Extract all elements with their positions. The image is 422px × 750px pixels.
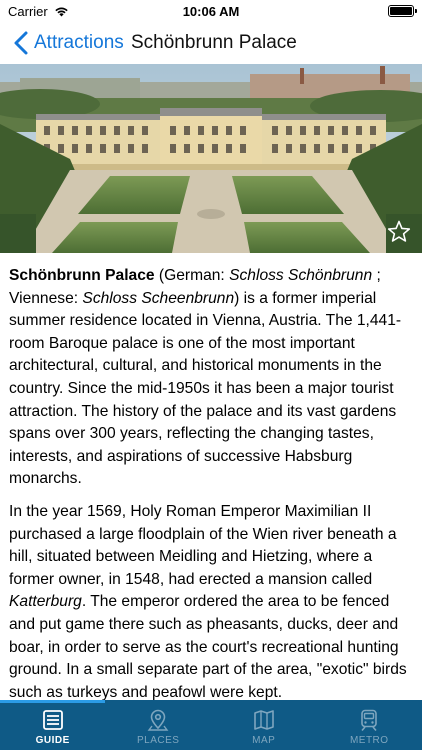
tab-guide-label: GUIDE	[35, 735, 70, 746]
back-button[interactable]: Attractions	[12, 30, 124, 56]
chevron-left-icon	[14, 31, 28, 55]
status-time: 10:06 AM	[182, 4, 240, 19]
page-title: Schönbrunn Palace	[131, 32, 297, 53]
folded-map-icon	[253, 710, 274, 730]
back-button-label: Attractions	[34, 32, 124, 53]
mansion-name: Katterburg	[9, 593, 82, 611]
favorite-star-button[interactable]	[386, 219, 412, 245]
palace-photo	[0, 64, 422, 253]
article-paragraph-2: In the year 1569, Holy Roman Emperor Max…	[9, 501, 414, 704]
battery-icon	[388, 5, 417, 17]
tab-places-label: PLACES	[137, 735, 180, 746]
text-run: In the year 1569, Holy Roman Emperor Max…	[9, 502, 397, 588]
tab-metro[interactable]: METRO	[317, 700, 422, 750]
hero-image	[0, 64, 422, 253]
tab-metro-label: METRO	[349, 735, 389, 746]
tab-guide[interactable]: GUIDE	[0, 700, 106, 750]
tab-map[interactable]: MAP	[211, 700, 317, 750]
status-bar: Carrier 10:06 AM	[0, 0, 422, 24]
article-body: Schönbrunn Palace (German: Schloss Schön…	[9, 265, 414, 714]
tab-bar: GUIDE PLACES MAP METRO	[0, 700, 422, 750]
tab-map-label: MAP	[252, 735, 276, 746]
attraction-name: Schönbrunn Palace	[9, 267, 155, 284]
text-run: (German:	[154, 267, 230, 284]
article-paragraph-1: Schönbrunn Palace (German: Schloss Schön…	[9, 265, 414, 491]
german-name: Schloss Schönbrunn	[229, 267, 373, 284]
tab-places[interactable]: PLACES	[106, 700, 212, 750]
navigation-bar: Attractions Schönbrunn Palace	[0, 24, 422, 64]
metro-train-icon	[361, 709, 378, 732]
text-run: ) is a former imperial summer residence …	[9, 289, 402, 488]
tab-selection-indicator	[0, 700, 105, 703]
guide-book-icon	[42, 710, 63, 730]
map-pin-icon	[147, 709, 169, 731]
viennese-name: Schloss Scheenbrunn	[82, 289, 235, 307]
